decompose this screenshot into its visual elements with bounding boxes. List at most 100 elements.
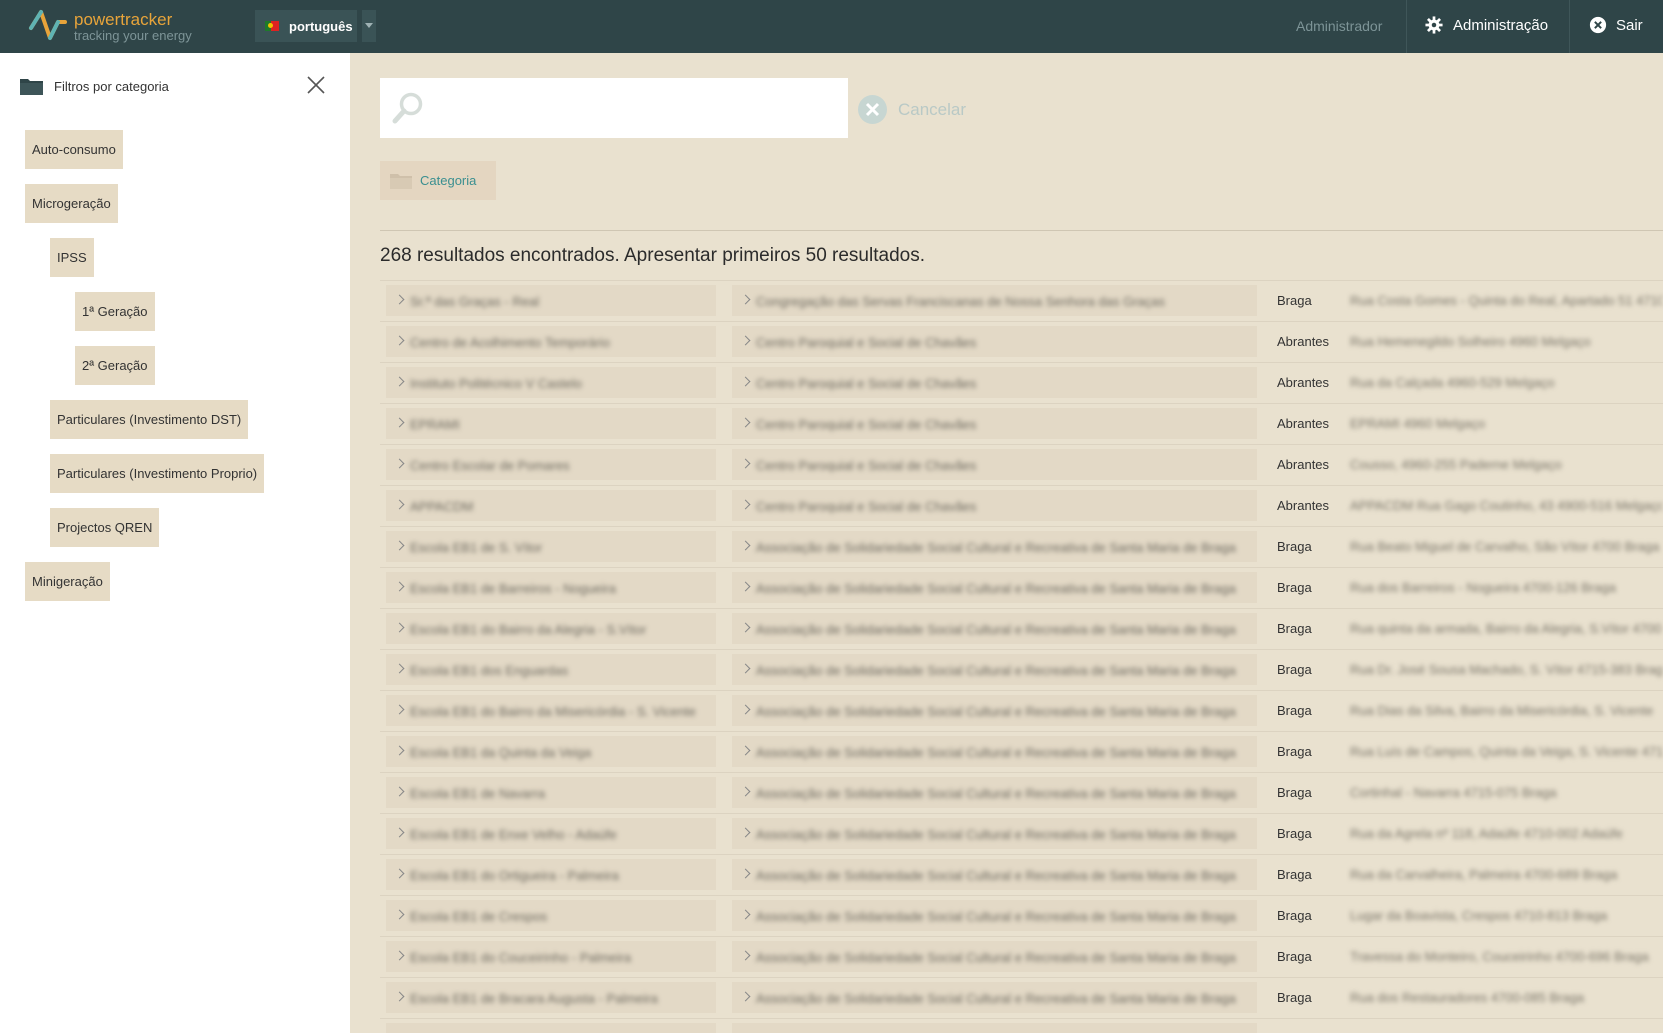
header-divider	[1406, 0, 1407, 53]
folder-icon	[390, 174, 412, 189]
installation-cell[interactable]: Escola EB1 do Bairro da Misericórdia - S…	[386, 695, 716, 726]
chevron-right-icon	[740, 294, 751, 305]
organization-cell[interactable]: Associação de Solidariedade Social Cultu…	[732, 736, 1257, 767]
category-auto-consumo[interactable]: Auto-consumo	[25, 130, 123, 169]
table-row[interactable]: Centro Escolar de Pomares Centro Paroqui…	[380, 444, 1663, 485]
installation-cell[interactable]: Instituto Politécnico V Castelo	[386, 367, 716, 398]
organization-cell[interactable]: Associação de Solidariedade Social Cultu…	[732, 531, 1257, 562]
divider	[380, 230, 1663, 231]
table-row[interactable]: Escola EB1 de Enxe Velho - Adaúfe Associ…	[380, 813, 1663, 854]
chevron-right-icon	[394, 663, 405, 674]
search-box	[380, 78, 848, 138]
table-row[interactable]: Escola EB1 de Bracara Augusta - Palmeira…	[380, 977, 1663, 1018]
organization-cell[interactable]: Congregação das Servas Franciscanas de N…	[732, 285, 1257, 316]
organization-cell[interactable]: Associação de Solidariedade Social Cultu…	[732, 613, 1257, 644]
installation-cell[interactable]: Escola EB1 de Enxe Velho - Adaúfe	[386, 818, 716, 849]
installation-cell[interactable]: EPRAMI	[386, 408, 716, 439]
organization-cell[interactable]: Centro Paroquial e Social de Chavães	[732, 367, 1257, 398]
logo[interactable]: powertracker tracking your energy	[28, 8, 192, 44]
chevron-right-icon	[394, 622, 405, 633]
address: Rua dos Barreiros - Nogueira 4700-126 Br…	[1350, 580, 1616, 595]
search-input[interactable]	[436, 92, 836, 124]
table-row[interactable]	[380, 1018, 1663, 1033]
chevron-right-icon	[394, 950, 405, 961]
organization-cell[interactable]: Centro Paroquial e Social de Chavães	[732, 490, 1257, 521]
table-row[interactable]: Centro de Acolhimento Temporário Centro …	[380, 321, 1663, 362]
table-row[interactable]: APPACDM Centro Paroquial e Social de Cha…	[380, 485, 1663, 526]
address: Rua da Carvalheira, Palmeira 4700-689 Br…	[1350, 867, 1618, 882]
table-row[interactable]: Escola EB1 da Quinta da Veiga Associação…	[380, 731, 1663, 772]
city: Braga	[1277, 293, 1312, 308]
category-1-geracao[interactable]: 1ª Geração	[75, 292, 155, 331]
installation-cell[interactable]: Escola EB1 do Ortigueira - Palmeira	[386, 859, 716, 890]
installation-cell[interactable]: Escola EB1 do Couceirinho - Palmeira	[386, 941, 716, 972]
cancel-button[interactable]: Cancelar	[857, 94, 966, 125]
table-row[interactable]: Escola EB1 de S. Vítor Associação de Sol…	[380, 526, 1663, 567]
organization-cell[interactable]: Associação de Solidariedade Social Cultu…	[732, 654, 1257, 685]
city: Braga	[1277, 949, 1312, 964]
category-2-geracao[interactable]: 2ª Geração	[75, 346, 155, 385]
chevron-right-icon	[740, 909, 751, 920]
organization-cell[interactable]: Associação de Solidariedade Social Cultu…	[732, 982, 1257, 1013]
installation-cell[interactable]: Escola EB1 de Navarra	[386, 777, 716, 808]
administration-button[interactable]: Administração	[1425, 16, 1548, 34]
installation-cell[interactable]: Escola EB1 de S. Vítor	[386, 531, 716, 562]
language-dropdown-toggle[interactable]	[362, 10, 376, 42]
chevron-right-icon	[394, 458, 405, 469]
table-row[interactable]: Escola EB1 de Barreiros - Nogueira Assoc…	[380, 567, 1663, 608]
city: Braga	[1277, 703, 1312, 718]
table-row[interactable]: Escola EB1 do Couceirinho - Palmeira Ass…	[380, 936, 1663, 977]
installation-cell[interactable]: Escola EB1 de Barreiros - Nogueira	[386, 572, 716, 603]
exit-label: Sair	[1616, 16, 1643, 34]
organization-cell[interactable]: Associação de Solidariedade Social Cultu…	[732, 941, 1257, 972]
installation-cell[interactable]: Escola EB1 de Bracara Augusta - Palmeira	[386, 982, 716, 1013]
installation-cell[interactable]: Escola EB1 do Bairro da Alegria - S.Víto…	[386, 613, 716, 644]
category-projectos-qren[interactable]: Projectos QREN	[50, 508, 160, 547]
category-ipss[interactable]: IPSS	[50, 238, 94, 277]
organization-cell[interactable]: Centro Paroquial e Social de Chavães	[732, 449, 1257, 480]
organization-cell[interactable]: Associação de Solidariedade Social Cultu…	[732, 572, 1257, 603]
installation-cell[interactable]: Escola EB1 da Quinta da Veiga	[386, 736, 716, 767]
table-row[interactable]: Escola EB1 de Navarra Associação de Soli…	[380, 772, 1663, 813]
language-selector[interactable]: português	[255, 10, 357, 42]
organization-cell[interactable]: Centro Paroquial e Social de Chavães	[732, 326, 1257, 357]
installation-cell[interactable]: Sr.ª das Graças - Real	[386, 285, 716, 316]
table-row[interactable]: Sr.ª das Graças - Real Congregação das S…	[380, 280, 1663, 321]
installation-cell[interactable]	[386, 1023, 716, 1033]
table-row[interactable]: Escola EB1 de Crespos Associação de Soli…	[380, 895, 1663, 936]
organization-cell[interactable]	[732, 1023, 1257, 1033]
chevron-right-icon	[394, 827, 405, 838]
installation-cell[interactable]: Centro de Acolhimento Temporário	[386, 326, 716, 357]
category-filter-button[interactable]: Categoria	[380, 161, 496, 200]
table-row[interactable]: Instituto Politécnico V Castelo Centro P…	[380, 362, 1663, 403]
organization-cell[interactable]: Centro Paroquial e Social de Chavães	[732, 408, 1257, 439]
installation-cell[interactable]: Escola EB1 de Crespos	[386, 900, 716, 931]
table-row[interactable]: Escola EB1 do Ortigueira - Palmeira Asso…	[380, 854, 1663, 895]
table-row[interactable]: EPRAMI Centro Paroquial e Social de Chav…	[380, 403, 1663, 444]
table-row[interactable]: Escola EB1 do Bairro da Alegria - S.Víto…	[380, 608, 1663, 649]
chevron-right-icon	[740, 335, 751, 346]
installation-cell[interactable]: APPACDM	[386, 490, 716, 521]
category-minigeracao[interactable]: Minigeração	[25, 562, 110, 601]
organization-cell[interactable]: Associação de Solidariedade Social Cultu…	[732, 777, 1257, 808]
organization-cell[interactable]: Associação de Solidariedade Social Cultu…	[732, 859, 1257, 890]
category-particulares-proprio[interactable]: Particulares (Investimento Proprio)	[50, 454, 265, 493]
city: Braga	[1277, 744, 1312, 759]
category-particulares-dst[interactable]: Particulares (Investimento DST)	[50, 400, 249, 439]
chevron-right-icon	[394, 581, 405, 592]
table-row[interactable]: Escola EB1 do Bairro da Misericórdia - S…	[380, 690, 1663, 731]
chevron-right-icon	[740, 540, 751, 551]
city: Braga	[1277, 539, 1312, 554]
category-microgeracao[interactable]: Microgeração	[25, 184, 118, 223]
installation-cell[interactable]: Centro Escolar de Pomares	[386, 449, 716, 480]
city: Braga	[1277, 621, 1312, 636]
table-row[interactable]: Escola EB1 dos Enguardas Associação de S…	[380, 649, 1663, 690]
organization-cell[interactable]: Associação de Solidariedade Social Cultu…	[732, 900, 1257, 931]
organization-cell[interactable]: Associação de Solidariedade Social Cultu…	[732, 818, 1257, 849]
exit-button[interactable]: Sair	[1589, 16, 1643, 34]
close-icon[interactable]	[305, 74, 327, 96]
installation-cell[interactable]: Escola EB1 dos Enguardas	[386, 654, 716, 685]
chevron-right-icon	[740, 786, 751, 797]
organization-cell[interactable]: Associação de Solidariedade Social Cultu…	[732, 695, 1257, 726]
address: Rua Dias da Silva, Bairro da Misericórdi…	[1350, 703, 1654, 718]
